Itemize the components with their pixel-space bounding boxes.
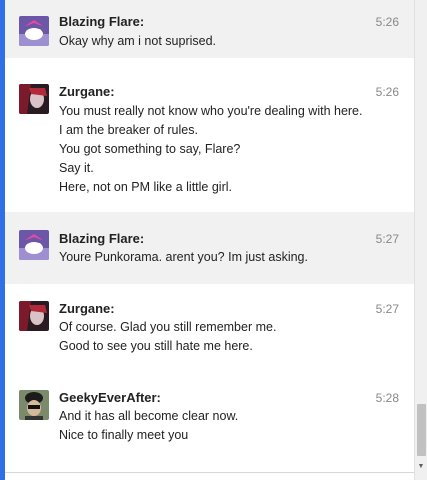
- sender-name: GeekyEverAfter:: [59, 390, 161, 405]
- message-text: And it has all become clear now.: [59, 409, 239, 423]
- chat-log[interactable]: Blazing Flare: 5:26 Okay why am i not su…: [5, 0, 414, 480]
- message-item: Zurgane: 5:26 You must really not know w…: [5, 66, 414, 210]
- message-item: Zurgane: 5:27 Of course. Glad you still …: [5, 288, 414, 374]
- timestamp: 5:27: [375, 232, 399, 246]
- timestamp: 5:28: [375, 391, 399, 405]
- avatar[interactable]: [19, 84, 49, 114]
- message-text: You must really not know who you're deal…: [59, 104, 363, 118]
- sender-name: Zurgane:: [59, 301, 115, 316]
- message-text: Of course. Glad you still remember me.: [59, 320, 277, 334]
- message-text: I am the breaker of rules.: [59, 123, 198, 137]
- message-text: Good to see you still hate me here.: [59, 339, 253, 353]
- timestamp: 5:26: [375, 85, 399, 99]
- avatar[interactable]: [19, 301, 49, 331]
- sender-name: Blazing Flare:: [59, 231, 145, 246]
- message-text: Okay why am i not suprised.: [59, 34, 217, 48]
- sender-name: Blazing Flare:: [59, 14, 145, 29]
- avatar[interactable]: [19, 390, 49, 420]
- message-text: You got something to say, Flare?: [59, 142, 241, 156]
- timestamp: 5:27: [375, 302, 399, 316]
- message-text: Nice to finally meet you: [59, 428, 189, 442]
- avatar[interactable]: [19, 230, 49, 260]
- triangle-down-icon[interactable]: ▼: [415, 460, 427, 474]
- avatar[interactable]: [19, 16, 49, 46]
- divider: [5, 472, 414, 473]
- sender-name: Zurgane:: [59, 84, 115, 99]
- message-item: Blazing Flare: 5:26 Okay why am i not su…: [5, 0, 414, 58]
- message-text: Here, not on PM like a little girl.: [59, 180, 232, 194]
- scrollbar-thumb[interactable]: [417, 404, 426, 456]
- message-item: Blazing Flare: 5:27 Youre Punkorama. are…: [5, 212, 414, 284]
- message-text: Youre Punkorama. arent you? Im just aski…: [59, 250, 308, 264]
- timestamp: 5:26: [375, 15, 399, 29]
- message-text: Say it.: [59, 161, 94, 175]
- message-item: GeekyEverAfter: 5:28 And it has all beco…: [5, 376, 414, 472]
- scrollbar[interactable]: ▼: [414, 0, 427, 480]
